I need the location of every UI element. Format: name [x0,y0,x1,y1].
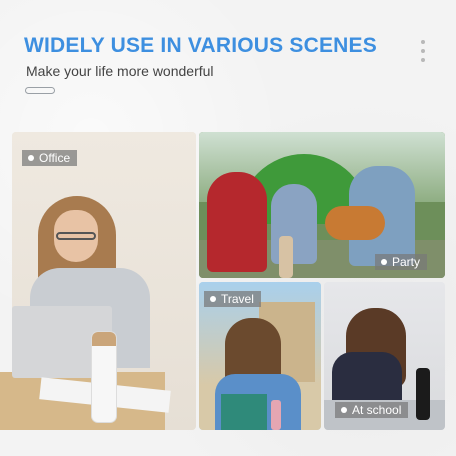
tag-party: Party [375,254,428,270]
tag-travel: Travel [204,291,261,307]
dot [421,58,425,62]
party-woman [271,184,317,264]
gold-bottle [279,236,293,278]
bottle-cap [92,332,116,346]
party-man-red-shirt [207,172,267,272]
tag-label: Party [392,255,421,269]
dot [421,40,425,44]
tag-label: Travel [221,292,254,306]
vertical-dots-icon[interactable] [420,40,426,62]
black-bottle [416,368,430,420]
tag-school: At school [335,402,409,418]
decorative-pill [25,87,55,94]
pink-bottle [271,400,281,430]
tag-office: Office [22,150,78,166]
tag-label: Office [39,151,71,165]
page-title: WIDELY USE IN VARIOUS SCENES [24,34,377,57]
glasses-icon [56,232,96,240]
page-subtitle: Make your life more wonderful [26,63,214,79]
guitar [325,206,385,240]
backpack [221,394,267,430]
dot [421,49,425,53]
tag-label: At school [352,403,402,417]
